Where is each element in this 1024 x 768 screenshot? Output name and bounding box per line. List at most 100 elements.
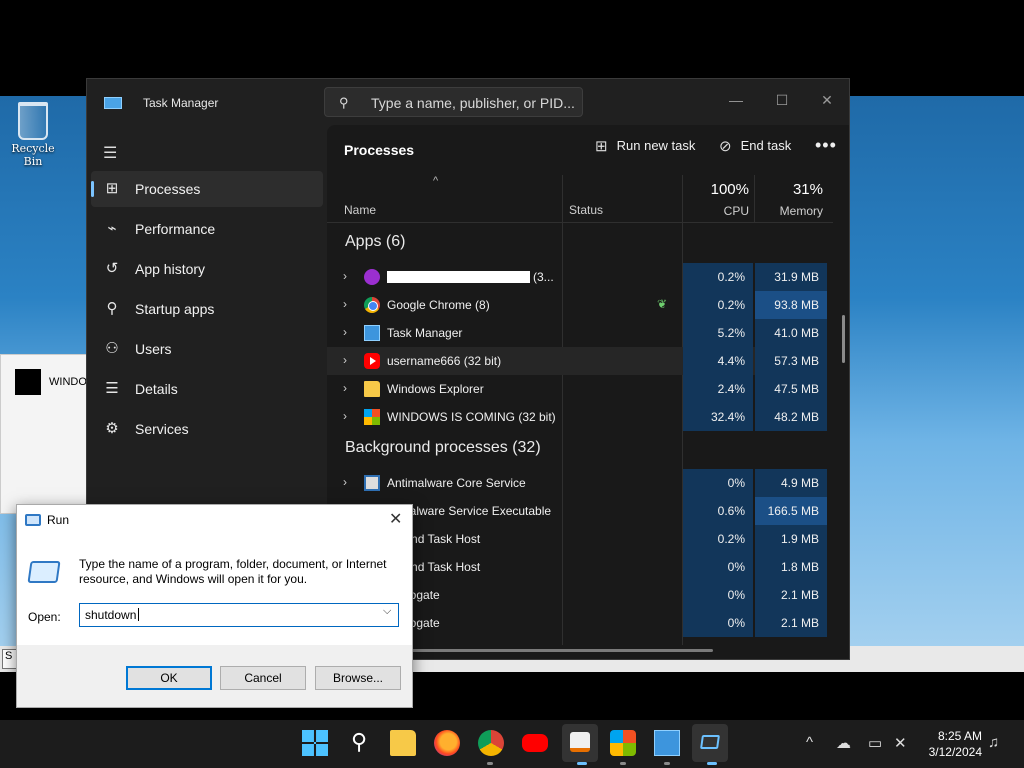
youtube-taskbar-icon[interactable]: [522, 734, 548, 752]
column-status[interactable]: Status: [569, 203, 603, 217]
run-close-button[interactable]: ✕: [389, 509, 402, 529]
redacted-name: [387, 271, 530, 283]
memory-value: 1.9 MB: [755, 525, 827, 553]
sidebar-item-label: Details: [135, 381, 178, 397]
sidebar-item-label: App history: [135, 261, 206, 277]
cpu-value: 0%: [683, 609, 753, 637]
ok-button[interactable]: OK: [126, 666, 212, 690]
vertical-scrollbar[interactable]: [842, 315, 845, 363]
sidebar-item-processes[interactable]: ⊞ Processes: [91, 171, 323, 207]
file-explorer-icon[interactable]: [390, 730, 416, 756]
process-name: Google Chrome (8): [387, 298, 490, 312]
end-task-label: End task: [740, 138, 792, 153]
recycle-bin-icon: [18, 102, 48, 140]
sidebar-item-services[interactable]: ⚙ Services: [91, 411, 323, 447]
page-title: Processes: [344, 142, 415, 158]
column-memory[interactable]: Memory: [755, 204, 823, 218]
java-app-button[interactable]: [562, 724, 598, 762]
clock-date[interactable]: 3/12/2024: [920, 745, 982, 759]
close-button[interactable]: ✕: [804, 85, 849, 115]
search-input[interactable]: Type a name, publisher, or PID...: [371, 95, 575, 111]
table-row[interactable]: › Task Manager 5.2% 41.0 MB: [327, 319, 827, 347]
run-new-task-label: Run new task: [616, 138, 696, 153]
minimize-button[interactable]: —: [713, 85, 759, 115]
memory-value: 1.8 MB: [755, 553, 827, 581]
sort-arrow-icon[interactable]: ^: [433, 175, 438, 187]
running-indicator: [620, 762, 626, 765]
run-new-task-button[interactable]: ⊞ Run new task: [595, 137, 695, 163]
run-taskbar-icon: [700, 735, 720, 749]
column-header: ^ Name Status 100% CPU 31% Memory: [327, 175, 833, 223]
table-row[interactable]: › Windows Explorer 2.4% 47.5 MB: [327, 375, 827, 403]
process-name: Antimalware Core Service: [387, 476, 526, 490]
notification-bell-icon[interactable]: ♫: [988, 734, 999, 751]
chevron-right-icon[interactable]: ›: [343, 269, 347, 283]
volume-muted-icon[interactable]: ✕: [894, 734, 907, 752]
task-manager-app-icon: [104, 97, 122, 109]
table-row[interactable]: › username666 (32 bit) 4.4% 57.3 MB: [327, 347, 827, 375]
chevron-right-icon[interactable]: ›: [343, 475, 347, 489]
sidebar-item-startup-apps[interactable]: ⚲ Startup apps: [91, 291, 323, 327]
memory-value: 41.0 MB: [755, 319, 827, 347]
chevron-right-icon[interactable]: ›: [343, 409, 347, 423]
start-button-icon[interactable]: [302, 730, 328, 756]
process-name: Windows Explorer: [387, 382, 484, 396]
browse-button[interactable]: Browse...: [315, 666, 401, 690]
search-taskbar-icon[interactable]: ⚲: [346, 730, 372, 756]
sidebar-item-performance[interactable]: ⌁ Performance: [91, 211, 323, 247]
horizontal-scrollbar[interactable]: [397, 649, 713, 652]
title-bar[interactable]: Task Manager ⚲ Type a name, publisher, o…: [87, 79, 849, 125]
memory-value: 48.2 MB: [755, 403, 827, 431]
onedrive-cloud-icon[interactable]: ☁: [836, 734, 851, 752]
sidebar-item-label: Users: [135, 341, 172, 357]
sidebar-item-app-history[interactable]: ↺ App history: [91, 251, 323, 287]
chevron-right-icon[interactable]: ›: [343, 353, 347, 367]
chevron-right-icon[interactable]: ›: [343, 297, 347, 311]
maximize-button[interactable]: ☐: [759, 85, 805, 115]
run-taskbar-button[interactable]: [692, 724, 728, 762]
run-description: Type the name of a program, folder, docu…: [79, 557, 387, 586]
windows-logo-icon: [364, 409, 380, 425]
running-indicator: [487, 762, 493, 765]
sidebar-item-details[interactable]: ☰ Details: [91, 371, 323, 407]
chrome-icon: [364, 297, 380, 313]
table-row[interactable]: › (3... 0.2% 31.9 MB: [327, 263, 827, 291]
clock-time[interactable]: 8:25 AM: [930, 729, 982, 743]
table-row[interactable]: › Antimalware Core Service 0% 4.9 MB: [327, 469, 827, 497]
text-caret: [138, 608, 140, 621]
more-options-icon[interactable]: •••: [815, 135, 837, 156]
sidebar-item-label: Performance: [135, 221, 216, 237]
search-box[interactable]: ⚲ Type a name, publisher, or PID...: [324, 87, 583, 117]
task-manager-taskbar-icon[interactable]: [654, 730, 680, 756]
chevron-up-icon[interactable]: ^: [806, 734, 813, 751]
process-name: (3...: [533, 270, 554, 284]
table-row[interactable]: › Google Chrome (8) ❦ 0.2% 93.8 MB: [327, 291, 827, 319]
cpu-value: 32.4%: [683, 403, 753, 431]
cancel-button[interactable]: Cancel: [220, 666, 306, 690]
open-input[interactable]: shutdown: [79, 603, 399, 627]
chrome-taskbar-icon[interactable]: [478, 730, 504, 756]
end-task-button[interactable]: ⊘ End task: [719, 137, 791, 163]
firefox-icon[interactable]: [434, 730, 460, 756]
cpu-value: 0.2%: [683, 525, 753, 553]
run-title-bar[interactable]: Run ✕: [17, 505, 412, 535]
history-icon: ↺: [105, 260, 119, 277]
cpu-value: 0%: [683, 469, 753, 497]
windows-xp-icon[interactable]: [610, 730, 636, 756]
column-cpu[interactable]: CPU: [683, 204, 749, 218]
chevron-right-icon[interactable]: ›: [343, 381, 347, 395]
column-name[interactable]: Name: [344, 203, 376, 217]
sidebar-item-users[interactable]: ⚇ Users: [91, 331, 323, 367]
chevron-right-icon[interactable]: ›: [343, 325, 347, 339]
table-row[interactable]: › WINDOWS IS COMING (32 bit) 32.4% 48.2 MB: [327, 403, 827, 431]
cpu-value: 0.2%: [683, 263, 753, 291]
hamburger-menu-icon[interactable]: ☰: [103, 143, 117, 163]
cpu-value: 0.6%: [683, 497, 753, 525]
chevron-down-icon[interactable]: ⌵: [383, 605, 391, 618]
network-icon[interactable]: ▭: [868, 734, 882, 752]
recycle-bin-shortcut[interactable]: Recycle Bin: [4, 102, 62, 168]
memory-value: 57.3 MB: [755, 347, 827, 375]
window-title: Task Manager: [143, 96, 219, 110]
run-body: Type the name of a program, folder, docu…: [17, 535, 412, 645]
background-window[interactable]: WINDOW: [0, 354, 97, 514]
